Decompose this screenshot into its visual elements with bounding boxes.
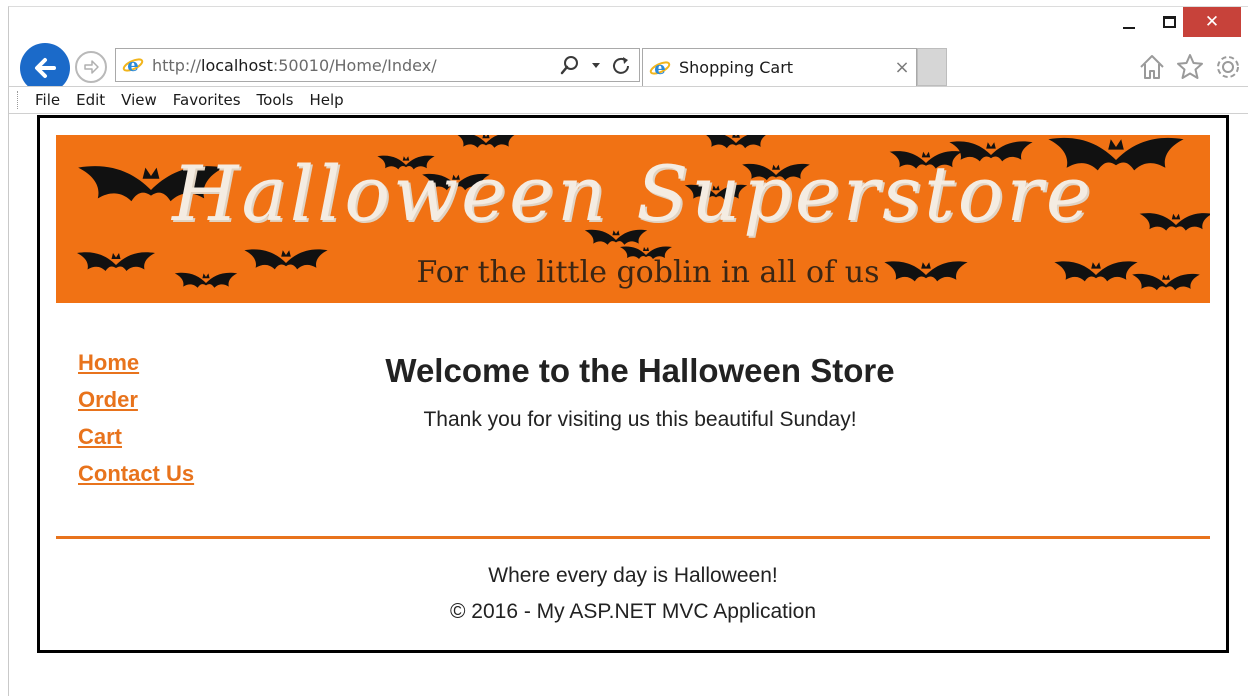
minimize-button[interactable] bbox=[1109, 7, 1149, 37]
maximize-icon bbox=[1162, 16, 1176, 28]
forward-arrow-icon bbox=[84, 60, 99, 74]
menu-grip bbox=[17, 91, 21, 109]
menu-file[interactable]: File bbox=[27, 91, 68, 109]
address-bar[interactable]: e http://localhost:50010/Home/Index/ bbox=[115, 48, 640, 82]
site-banner: Halloween Superstore For the little gobl… bbox=[56, 135, 1210, 303]
chevron-down-icon[interactable] bbox=[591, 60, 601, 70]
page-content: Halloween Superstore For the little gobl… bbox=[37, 115, 1229, 653]
site-navigation: Home Order Cart Contact Us bbox=[78, 350, 194, 487]
url-path: :50010/Home/Index/ bbox=[272, 55, 437, 75]
new-tab-button[interactable] bbox=[917, 48, 947, 86]
tab-title: Shopping Cart bbox=[679, 58, 794, 77]
svg-text:e: e bbox=[654, 58, 665, 79]
close-icon: ✕ bbox=[1204, 11, 1220, 32]
svg-text:e: e bbox=[127, 55, 138, 76]
page-title: Welcome to the Halloween Store bbox=[385, 352, 895, 389]
url-scheme: http:// bbox=[152, 55, 202, 75]
close-window-button[interactable]: ✕ bbox=[1183, 7, 1241, 37]
nav-link-contact-us[interactable]: Contact Us bbox=[78, 461, 194, 487]
nav-link-home[interactable]: Home bbox=[78, 350, 194, 376]
footer-divider bbox=[56, 536, 1210, 539]
search-icon[interactable] bbox=[559, 54, 581, 76]
nav-link-order[interactable]: Order bbox=[78, 387, 194, 413]
browser-toolbar bbox=[1135, 51, 1245, 83]
tab-shopping-cart[interactable]: e Shopping Cart × bbox=[642, 48, 917, 86]
gear-icon[interactable] bbox=[1213, 52, 1243, 82]
menu-help[interactable]: Help bbox=[302, 91, 352, 109]
home-icon[interactable] bbox=[1137, 52, 1167, 82]
internet-explorer-icon: e bbox=[122, 54, 144, 76]
menu-favorites[interactable]: Favorites bbox=[165, 91, 249, 109]
menu-bar: File Edit View Favorites Tools Help bbox=[9, 86, 1248, 114]
star-icon[interactable] bbox=[1175, 52, 1205, 82]
menu-edit[interactable]: Edit bbox=[68, 91, 113, 109]
forward-button[interactable] bbox=[75, 51, 107, 83]
tab-close-icon[interactable]: × bbox=[888, 57, 916, 78]
tab-site-icon: e bbox=[649, 57, 671, 79]
menu-tools[interactable]: Tools bbox=[249, 91, 302, 109]
back-arrow-icon bbox=[35, 58, 56, 78]
banner-title: Halloween Superstore bbox=[172, 149, 1094, 238]
address-url[interactable]: http://localhost:50010/Home/Index/ bbox=[152, 56, 559, 75]
footer-copyright: © 2016 - My ASP.NET MVC Application bbox=[449, 600, 817, 623]
url-host: localhost bbox=[201, 55, 273, 75]
minimize-icon bbox=[1123, 27, 1135, 29]
browser-window: ✕ e http://localhost:50010/Home/Index/ e… bbox=[8, 6, 1248, 696]
footer-tagline: Where every day is Halloween! bbox=[488, 564, 778, 587]
menu-view[interactable]: View bbox=[113, 91, 165, 109]
welcome-message: Thank you for visiting us this beautiful… bbox=[423, 408, 857, 431]
refresh-icon[interactable] bbox=[611, 55, 631, 75]
nav-link-cart[interactable]: Cart bbox=[78, 424, 194, 450]
banner-tagline: For the little goblin in all of us bbox=[416, 255, 880, 290]
